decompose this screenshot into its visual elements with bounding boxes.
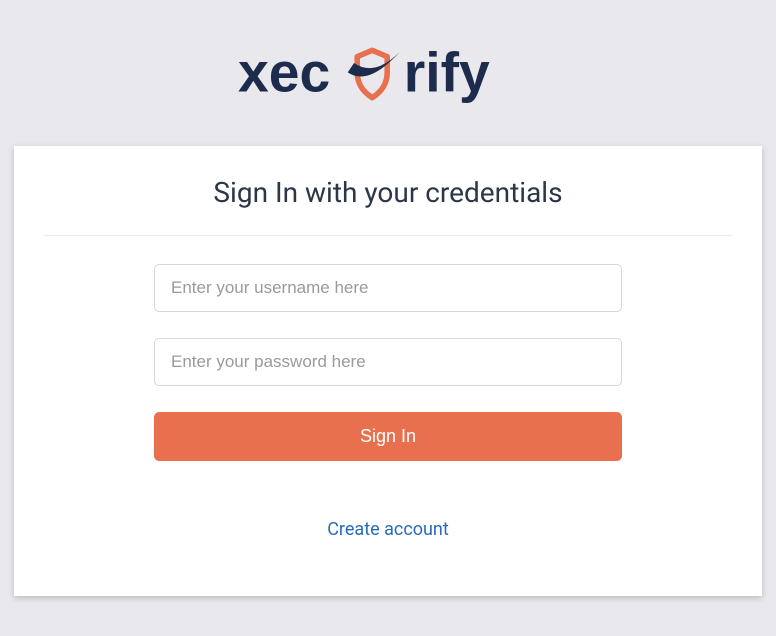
svg-text:xec: xec	[238, 41, 330, 103]
signin-form: Sign In Create account	[14, 236, 762, 596]
password-field[interactable]	[154, 338, 622, 386]
signin-button[interactable]: Sign In	[154, 412, 622, 461]
brand-logo: xec rify	[238, 38, 538, 114]
link-container: Create account	[154, 481, 622, 556]
create-account-link[interactable]: Create account	[327, 519, 449, 540]
username-field[interactable]	[154, 264, 622, 312]
svg-text:rify: rify	[404, 41, 490, 103]
logo-container: xec rify	[0, 0, 776, 146]
signin-card: Sign In with your credentials Sign In Cr…	[14, 146, 762, 596]
card-header: Sign In with your credentials	[14, 146, 762, 235]
page-title: Sign In with your credentials	[34, 176, 742, 209]
